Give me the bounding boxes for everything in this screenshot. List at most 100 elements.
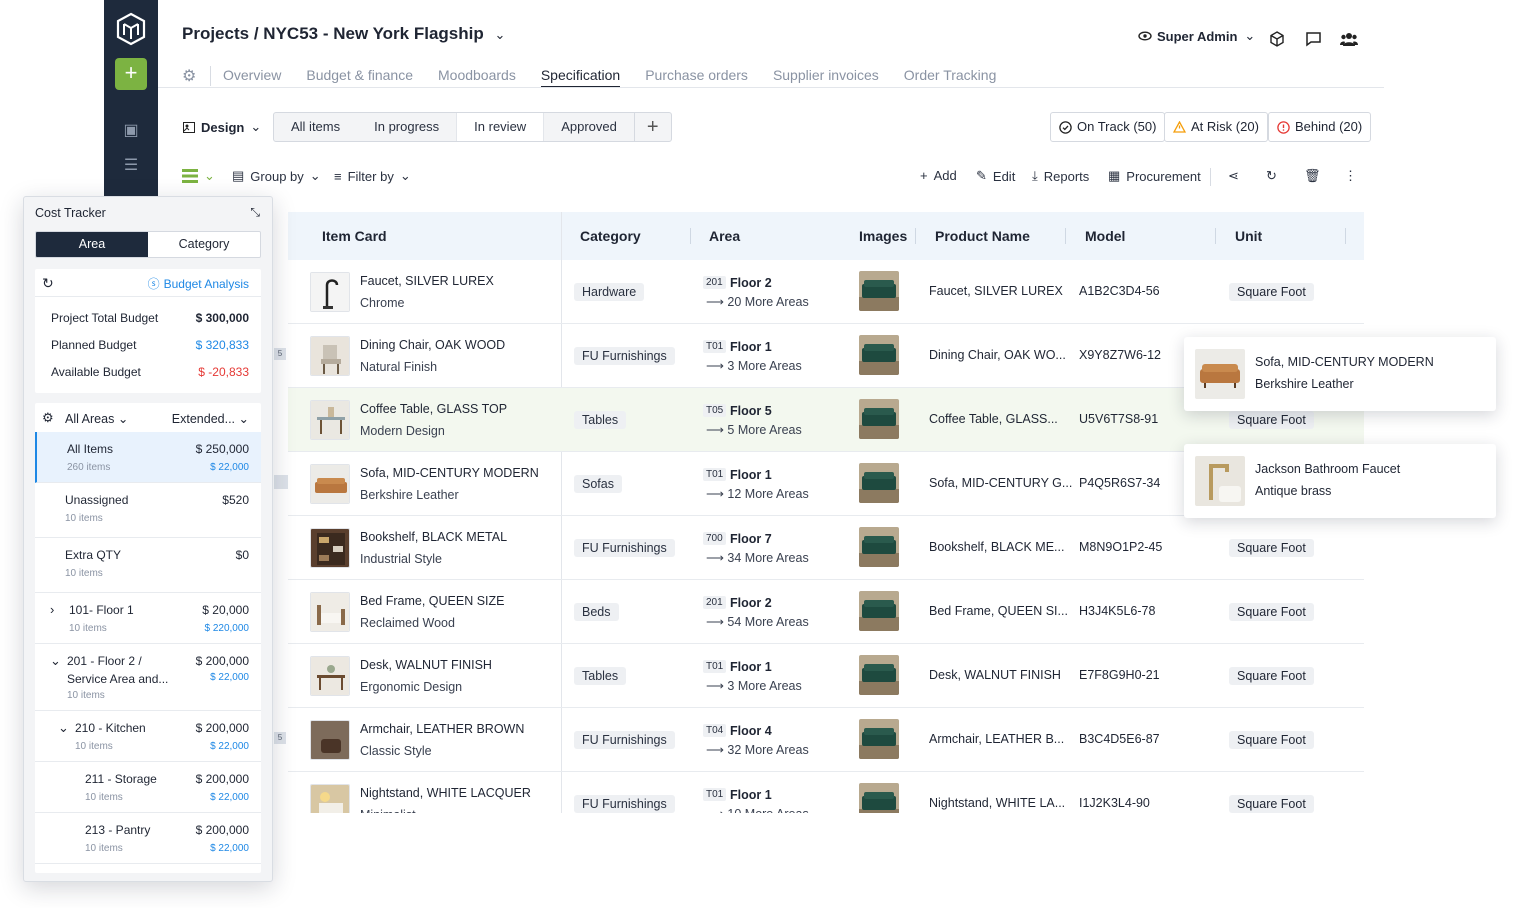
settings-gear-icon[interactable]: ⚙ bbox=[42, 410, 54, 426]
group-by-button[interactable]: ▤ Group by ⌄ bbox=[232, 168, 321, 184]
refresh-icon[interactable]: ↻ bbox=[42, 275, 54, 292]
tab-supplier-invoices[interactable]: Supplier invoices bbox=[773, 64, 879, 88]
chat-icon[interactable] bbox=[1302, 28, 1324, 50]
product-image[interactable] bbox=[859, 591, 899, 631]
breadcrumb-project[interactable]: NYC53 - New York Flagship bbox=[263, 24, 483, 43]
cube-icon[interactable] bbox=[1266, 28, 1288, 50]
product-image[interactable] bbox=[859, 655, 899, 695]
add-button[interactable]: + Add bbox=[920, 168, 957, 183]
refresh-icon[interactable]: ↻ bbox=[1266, 168, 1277, 184]
more-areas-link[interactable]: ⟶ 10 More Areas bbox=[706, 806, 809, 813]
filter-by-button[interactable]: ≡ Filter by ⌄ bbox=[334, 168, 411, 184]
chevron-right-icon[interactable]: › bbox=[50, 602, 54, 617]
column-images[interactable]: Images bbox=[859, 228, 907, 244]
table-row[interactable]: Nightstand, WHITE LACQUER Minimalist FU Fu… bbox=[288, 772, 1364, 813]
breadcrumb-root[interactable]: Projects bbox=[182, 24, 249, 43]
product-preview-card[interactable]: Jackson Bathroom Faucet Antique brass bbox=[1184, 444, 1496, 518]
area-list-item[interactable]: ⌄ 201 - Floor 2 / Service Area and... 10 it… bbox=[35, 644, 261, 711]
extended-dropdown[interactable]: Extended... ⌄ bbox=[172, 411, 249, 426]
area-list-item[interactable]: Unassigned 10 items $520 bbox=[35, 483, 261, 538]
segment-in-review[interactable]: In review bbox=[456, 113, 545, 141]
product-image[interactable] bbox=[859, 719, 899, 759]
chevron-down-icon[interactable]: ⌄ bbox=[50, 653, 61, 669]
tab-purchase-orders[interactable]: Purchase orders bbox=[645, 64, 748, 88]
item-thumbnail[interactable] bbox=[310, 592, 350, 632]
add-segment-button[interactable]: + bbox=[633, 113, 671, 141]
table-row[interactable]: Desk, WALNUT FINISH Ergonomic Design Table… bbox=[288, 644, 1364, 708]
procurement-button[interactable]: ▦ Procurement bbox=[1108, 168, 1201, 184]
reports-button[interactable]: ⤓ Reports bbox=[1032, 168, 1089, 184]
product-image[interactable] bbox=[859, 783, 899, 813]
budget-analysis-link[interactable]: ⓢ Budget Analysis bbox=[148, 275, 249, 292]
folder-icon[interactable]: ▣ bbox=[122, 122, 140, 140]
toggle-category[interactable]: Category bbox=[148, 232, 260, 257]
item-thumbnail[interactable] bbox=[310, 272, 350, 312]
segment-in-progress[interactable]: In progress bbox=[357, 113, 456, 141]
column-product-name[interactable]: Product Name bbox=[935, 228, 1030, 244]
settings-gear-icon[interactable]: ⚙ bbox=[182, 66, 211, 86]
more-areas-link[interactable]: ⟶ 32 More Areas bbox=[706, 742, 809, 757]
area-list-item[interactable]: ⌄ 210 - Kitchen 10 items $ 200,000 $ 22,000 bbox=[35, 711, 261, 762]
product-preview-card[interactable]: Sofa, MID-CENTURY MODERN Berkshire Leath… bbox=[1184, 337, 1496, 411]
product-image[interactable] bbox=[859, 527, 899, 567]
item-thumbnail[interactable] bbox=[310, 464, 350, 504]
item-thumbnail[interactable] bbox=[310, 336, 350, 376]
item-thumbnail[interactable] bbox=[310, 656, 350, 696]
table-row[interactable]: Bed Frame, QUEEN SIZE Reclaimed Wood Beds 2… bbox=[288, 580, 1364, 644]
area-list-item[interactable]: 213 - Pantry 10 items $ 200,000 $ 22,000 bbox=[35, 813, 261, 864]
table-row[interactable]: Faucet, SILVER LUREX Chrome Hardware 201 Flo… bbox=[288, 260, 1364, 324]
area-list-item[interactable]: All Items 260 items $ 250,000 $ 22,000 bbox=[35, 432, 261, 483]
product-image[interactable] bbox=[859, 399, 899, 439]
product-image[interactable] bbox=[859, 271, 899, 311]
column-model[interactable]: Model bbox=[1085, 228, 1125, 244]
more-areas-link[interactable]: ⟶ 20 More Areas bbox=[706, 294, 809, 309]
segment-all-items[interactable]: All items bbox=[274, 113, 357, 141]
area-list-item[interactable]: 211 - Storage 10 items $ 200,000 $ 22,000 bbox=[35, 762, 261, 813]
on-track-filter[interactable]: On Track (50) bbox=[1050, 112, 1166, 142]
column-category[interactable]: Category bbox=[580, 228, 641, 244]
tab-budget-finance[interactable]: Budget & finance bbox=[306, 64, 413, 88]
team-icon[interactable] bbox=[1338, 28, 1360, 50]
product-image[interactable] bbox=[859, 335, 899, 375]
segment-approved[interactable]: Approved bbox=[544, 113, 634, 141]
more-areas-link[interactable]: ⟶ 5 More Areas bbox=[706, 422, 802, 437]
item-thumbnail[interactable] bbox=[310, 784, 350, 813]
column-item-card[interactable]: Item Card bbox=[322, 228, 387, 244]
table-row[interactable]: Armchair, LEATHER BROWN Classic Style FU F… bbox=[288, 708, 1364, 772]
edit-button[interactable]: ✎ Edit bbox=[976, 168, 1015, 184]
more-vertical-icon[interactable]: ⋮ bbox=[1344, 168, 1357, 184]
more-areas-link[interactable]: ⟶ 54 More Areas bbox=[706, 614, 809, 629]
toggle-area[interactable]: Area bbox=[36, 232, 148, 257]
scroll-handle[interactable] bbox=[274, 475, 288, 489]
create-button[interactable]: + bbox=[115, 58, 147, 90]
area-list-item[interactable]: Extra QTY 10 items $0 bbox=[35, 538, 261, 593]
column-area[interactable]: Area bbox=[709, 228, 740, 244]
area-filter-dropdown[interactable]: All Areas ⌄ bbox=[65, 411, 128, 426]
tab-specification[interactable]: Specification bbox=[540, 64, 621, 88]
view-selector[interactable]: Design ⌄ bbox=[183, 119, 261, 135]
row-density-toggle[interactable]: ⌄ bbox=[182, 168, 215, 184]
column-unit[interactable]: Unit bbox=[1235, 228, 1262, 244]
item-thumbnail[interactable] bbox=[310, 400, 350, 440]
item-thumbnail[interactable] bbox=[310, 528, 350, 568]
chevron-down-icon[interactable]: ⌄ bbox=[494, 27, 505, 43]
share-icon[interactable]: ⋖ bbox=[1228, 168, 1239, 184]
tab-moodboards[interactable]: Moodboards bbox=[438, 64, 516, 88]
more-areas-link[interactable]: ⟶ 3 More Areas bbox=[706, 358, 802, 373]
table-row[interactable]: Bookshelf, BLACK METAL Industrial Style FU… bbox=[288, 516, 1364, 580]
menu-icon[interactable]: ☰ bbox=[122, 157, 140, 175]
area-list-item[interactable]: › 101- Floor 1 10 items $ 20,000 $ 220,000 bbox=[35, 593, 261, 644]
tab-order-tracking[interactable]: Order Tracking bbox=[904, 64, 997, 88]
behind-filter[interactable]: Behind (20) bbox=[1268, 112, 1372, 142]
more-areas-link[interactable]: ⟶ 34 More Areas bbox=[706, 550, 809, 565]
more-areas-link[interactable]: ⟶ 3 More Areas bbox=[706, 678, 802, 693]
user-menu[interactable]: Super Admin ⌄ bbox=[1138, 28, 1255, 44]
trash-icon[interactable]: 🗑 bbox=[1304, 168, 1321, 184]
item-thumbnail[interactable] bbox=[310, 720, 350, 760]
at-risk-filter[interactable]: At Risk (20) bbox=[1164, 112, 1268, 142]
collapse-icon[interactable]: ⤡ bbox=[250, 205, 260, 220]
more-areas-link[interactable]: ⟶ 12 More Areas bbox=[706, 486, 809, 501]
tab-overview[interactable]: Overview bbox=[223, 64, 281, 88]
product-image[interactable] bbox=[859, 463, 899, 503]
app-logo[interactable] bbox=[116, 12, 146, 46]
